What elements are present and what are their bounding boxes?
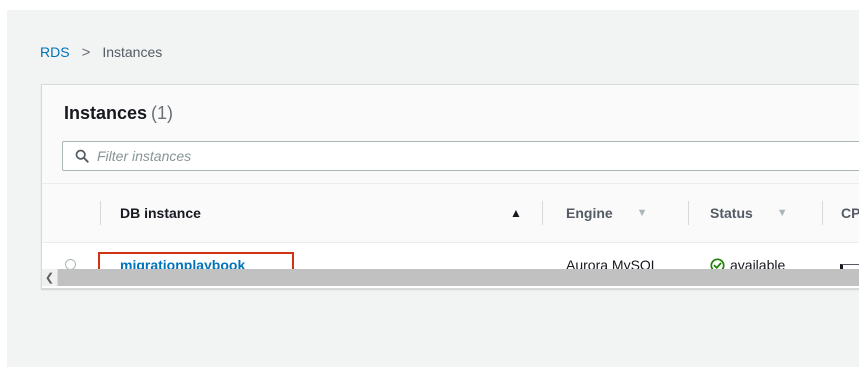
column-divider — [100, 201, 101, 225]
column-header-label: Status — [710, 205, 753, 221]
column-header-db-instance[interactable]: DB instance — [120, 184, 201, 242]
panel-header: Instances (1) — [42, 85, 859, 184]
panel-title-text: Instances — [64, 103, 148, 123]
horizontal-scrollbar[interactable]: ❮ — [42, 269, 859, 286]
panel-title: Instances (1) — [64, 103, 173, 124]
column-divider — [688, 201, 689, 225]
column-header-label: DB instance — [120, 205, 201, 221]
scroll-left-icon[interactable]: ❮ — [42, 269, 58, 286]
sort-ascending-icon[interactable]: ▲ — [510, 184, 522, 242]
column-divider — [822, 201, 823, 225]
column-header-engine[interactable]: Engine ▼ — [566, 184, 648, 242]
column-header-cpu[interactable]: CP — [841, 184, 859, 242]
column-header-label: Engine — [566, 205, 613, 221]
column-header-label: CP — [841, 205, 859, 221]
breadcrumb: RDS > Instances — [40, 42, 162, 62]
sort-down-icon: ▼ — [636, 207, 648, 219]
breadcrumb-current-page: Instances — [102, 44, 163, 60]
breadcrumb-link-rds[interactable]: RDS — [40, 44, 70, 60]
filter-instances-input[interactable] — [97, 148, 697, 164]
breadcrumb-separator-icon: > — [81, 43, 91, 61]
search-icon — [75, 149, 89, 163]
column-divider — [542, 201, 543, 225]
instances-panel: Instances(1) DB instance ▲ Engine ▼ Stat… — [41, 84, 859, 289]
filter-search-box[interactable] — [62, 141, 859, 171]
sort-down-icon: ▼ — [776, 207, 788, 219]
instance-count: (1) — [151, 103, 174, 123]
table-header-row: DB instance ▲ Engine ▼ Status ▼ CP — [42, 184, 859, 243]
column-header-status[interactable]: Status ▼ — [710, 184, 788, 242]
